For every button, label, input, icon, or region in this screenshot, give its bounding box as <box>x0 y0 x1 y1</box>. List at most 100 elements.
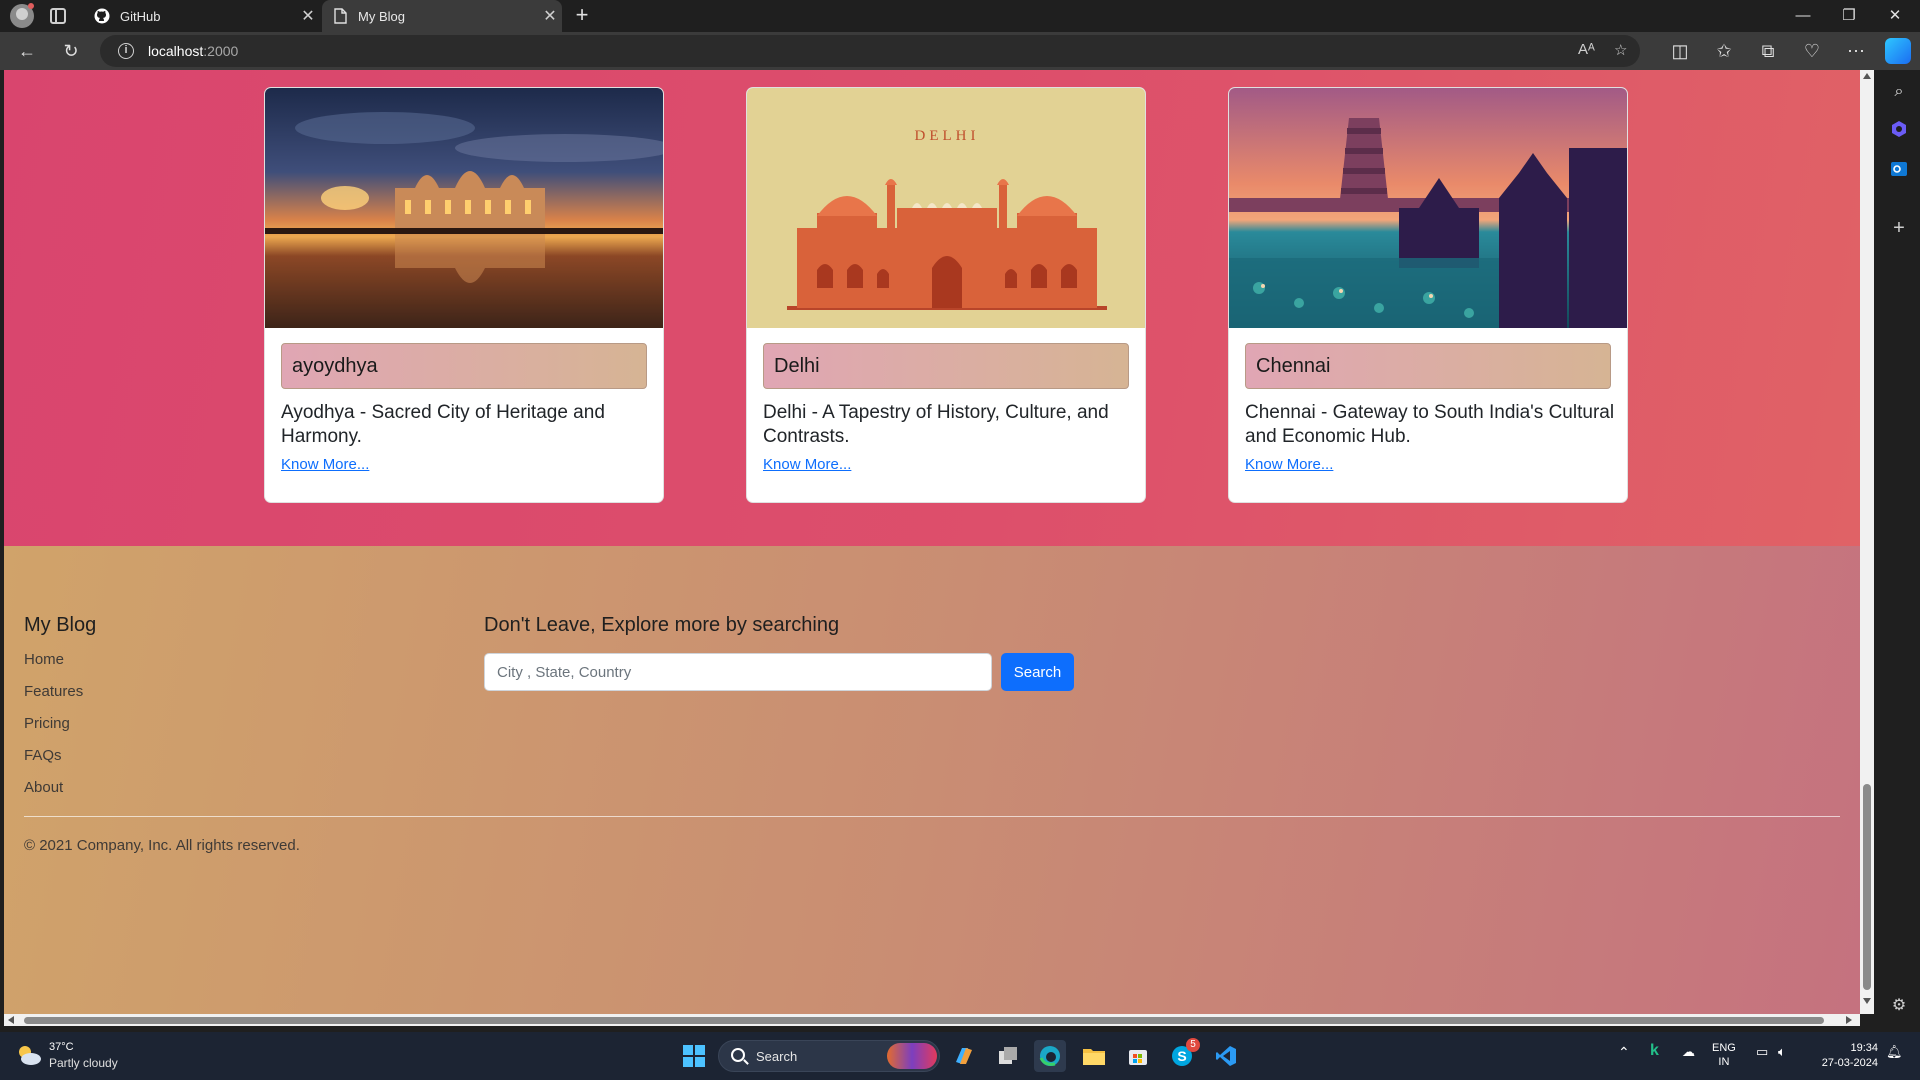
location-search-input[interactable] <box>484 653 992 691</box>
search-icon <box>731 1048 745 1062</box>
close-window-button[interactable]: ✕ <box>1872 0 1918 32</box>
scroll-up-arrow-icon[interactable] <box>1863 73 1871 79</box>
footer-search-title: Don't Leave, Explore more by searching <box>484 614 840 636</box>
tab-actions-icon[interactable] <box>50 8 66 24</box>
skype-icon[interactable]: S 5 <box>1166 1038 1200 1072</box>
footer-link-home[interactable]: Home <box>24 650 83 682</box>
footer-divider <box>24 816 1840 817</box>
vscode-icon[interactable] <box>1210 1040 1242 1072</box>
horizontal-scrollbar[interactable] <box>4 1014 1860 1026</box>
site-footer: My Blog Home Features Pricing FAQs About… <box>4 546 1860 1014</box>
svg-text:S: S <box>1177 1048 1186 1064</box>
system-clock[interactable]: 19:34 27-03-2024 <box>1810 1041 1878 1071</box>
favorite-star-icon[interactable]: ☆ <box>1614 41 1627 59</box>
more-menu-icon[interactable]: ⋯ <box>1843 39 1869 63</box>
know-more-link[interactable]: Know More... <box>763 456 851 473</box>
copilot-sidebar-icon[interactable] <box>1887 120 1911 144</box>
k-app-tray-icon[interactable]: k <box>1650 1042 1659 1060</box>
edge-browser-icon[interactable] <box>1034 1040 1066 1072</box>
footer-copyright: © 2021 Company, Inc. All rights reserved… <box>24 837 300 854</box>
refresh-icon[interactable]: ↻ <box>58 39 84 63</box>
horizontal-scroll-thumb[interactable] <box>24 1017 1824 1024</box>
show-hidden-icons-chevron-icon[interactable]: ⌃ <box>1618 1044 1630 1061</box>
site-info-icon[interactable]: i <box>118 43 134 59</box>
city-description: Ayodhya - Sacred City of Heritage and Ha… <box>281 402 605 447</box>
weather-widget[interactable]: 37°C Partly cloudy <box>16 1040 136 1072</box>
footer-link-features[interactable]: Features <box>24 682 83 714</box>
github-icon <box>94 8 110 24</box>
svg-text:DELHI: DELHI <box>915 128 980 144</box>
chennai-temple-illustration <box>1229 88 1627 328</box>
windows-start-icon[interactable] <box>678 1040 710 1072</box>
scroll-left-arrow-icon[interactable] <box>8 1016 14 1024</box>
scroll-down-arrow-icon[interactable] <box>1863 998 1871 1004</box>
partly-cloudy-icon <box>19 1046 41 1065</box>
search-highlight-art <box>887 1043 937 1069</box>
page-viewport: ayoydhya Ayodhya - Sacred City of Herita… <box>4 70 1860 1014</box>
profile-notification-dot <box>28 3 34 9</box>
edge-sidebar: ⌕ + ⚙ <box>1878 70 1920 1032</box>
windows-taskbar: 37°C Partly cloudy Search S 5 ⌃ k ☁ ENG I… <box>0 1032 1920 1080</box>
notification-bell-icon[interactable]: 🔔︎ <box>1886 1044 1903 1060</box>
tab-close-icon[interactable]: ✕ <box>538 6 562 26</box>
page-icon <box>332 8 348 24</box>
footer-brand: My Blog <box>24 614 97 636</box>
restore-button[interactable]: ❐ <box>1826 0 1872 32</box>
address-url[interactable]: localhost:2000 <box>148 43 238 59</box>
city-description: Chennai - Gateway to South India's Cultu… <box>1245 402 1615 447</box>
ayodhya-temple-sunset-image <box>265 88 663 328</box>
copilot-taskbar-icon[interactable] <box>948 1040 980 1072</box>
copilot-icon[interactable] <box>1885 38 1911 64</box>
footer-link-about[interactable]: About <box>24 778 83 810</box>
minimize-button[interactable]: — <box>1780 0 1826 32</box>
city-card-delhi: DELHI Delhi Delhi - A Tapestry of Histor… <box>746 87 1146 503</box>
footer-link-pricing[interactable]: Pricing <box>24 714 83 746</box>
read-aloud-icon[interactable]: Aᴬ <box>1578 41 1595 58</box>
taskbar-search[interactable]: Search <box>718 1040 940 1072</box>
collections-icon[interactable]: ⧉ <box>1755 39 1781 63</box>
file-explorer-icon[interactable] <box>1078 1040 1110 1072</box>
favorites-icon[interactable]: ✩ <box>1711 39 1737 63</box>
browser-tab-strip: GitHub ✕ My Blog ✕ + — ❐ ✕ <box>0 0 1920 32</box>
tab-my-blog[interactable]: My Blog ✕ <box>322 0 562 32</box>
scroll-right-arrow-icon[interactable] <box>1846 1016 1852 1024</box>
add-sidebar-item-icon[interactable]: + <box>1887 216 1911 240</box>
weather-temperature: 37°C <box>49 1041 74 1053</box>
city-card-chennai: Chennai Chennai - Gateway to South India… <box>1228 87 1628 503</box>
microsoft-store-icon[interactable] <box>1122 1040 1154 1072</box>
tab-close-icon[interactable]: ✕ <box>296 6 320 26</box>
back-arrow-icon[interactable]: ← <box>14 39 40 63</box>
volume-icon[interactable]: 🔈︎ <box>1778 1044 1786 1060</box>
tab-github[interactable]: GitHub ✕ <box>84 0 320 32</box>
browser-essentials-icon[interactable]: ♡ <box>1799 39 1825 63</box>
task-view-icon[interactable] <box>992 1040 1024 1072</box>
city-name-field: ayoydhya <box>281 343 647 389</box>
language-indicator[interactable]: ENG IN <box>1712 1041 1736 1069</box>
sidebar-settings-gear-icon[interactable]: ⚙ <box>1887 994 1911 1018</box>
search-icon[interactable]: ⌕ <box>1887 80 1911 104</box>
address-bar[interactable]: i localhost:2000 Aᴬ ☆ <box>100 35 1640 67</box>
know-more-link[interactable]: Know More... <box>1245 456 1333 473</box>
city-description: Delhi - A Tapestry of History, Culture, … <box>763 402 1109 447</box>
vertical-scrollbar[interactable] <box>1860 70 1874 1014</box>
footer-nav: Home Features Pricing FAQs About <box>24 650 83 810</box>
know-more-link[interactable]: Know More... <box>281 456 369 473</box>
skype-badge: 5 <box>1186 1038 1200 1052</box>
outlook-icon[interactable] <box>1887 160 1911 184</box>
taskbar-search-label: Search <box>756 1049 798 1064</box>
cards-section: ayoydhya Ayodhya - Sacred City of Herita… <box>4 70 1860 546</box>
weather-description: Partly cloudy <box>49 1056 118 1070</box>
search-button[interactable]: Search <box>1001 653 1074 691</box>
tab-label: My Blog <box>358 8 405 24</box>
city-name-field: Chennai <box>1245 343 1611 389</box>
footer-link-faqs[interactable]: FAQs <box>24 746 83 778</box>
vertical-scroll-thumb[interactable] <box>1863 784 1871 990</box>
split-screen-icon[interactable]: ◫ <box>1667 39 1693 63</box>
city-card-ayodhya: ayoydhya Ayodhya - Sacred City of Herita… <box>264 87 664 503</box>
browser-toolbar: ← ↻ i localhost:2000 Aᴬ ☆ ◫ ✩ ⧉ ♡ ⋯ <box>0 32 1920 70</box>
network-icon[interactable]: ▭ <box>1756 1044 1768 1060</box>
tab-label: GitHub <box>120 8 161 24</box>
onedrive-icon[interactable]: ☁ <box>1682 1044 1695 1060</box>
new-tab-button[interactable]: + <box>570 4 594 28</box>
delhi-red-fort-illustration: DELHI <box>747 88 1145 328</box>
